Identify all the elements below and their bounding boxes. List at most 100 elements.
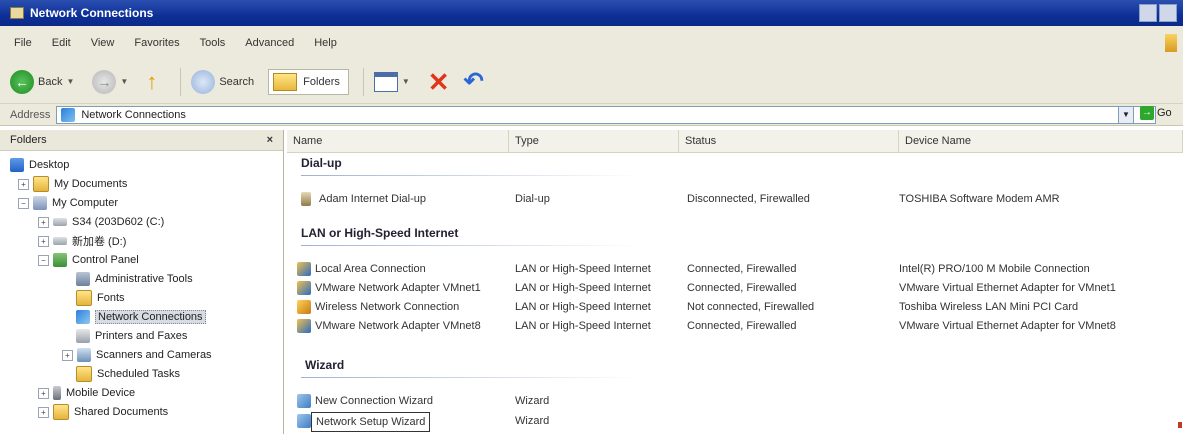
chevron-down-icon[interactable]: ▼ bbox=[402, 77, 410, 86]
network-icon bbox=[76, 310, 90, 324]
corner-mark bbox=[1178, 422, 1182, 428]
search-icon bbox=[191, 69, 216, 94]
expand-icon[interactable]: + bbox=[38, 406, 49, 418]
collapse-icon[interactable]: − bbox=[18, 197, 29, 209]
connection-device: VMware Virtual Ethernet Adapter for VMne… bbox=[899, 320, 1116, 332]
folders-pane-title: Folders bbox=[10, 134, 47, 146]
expand-icon[interactable]: + bbox=[38, 216, 49, 228]
address-bar: Address Network Connections ▼ → Go bbox=[0, 104, 1183, 126]
expand-icon[interactable]: + bbox=[38, 235, 49, 247]
back-button[interactable]: ← Back ▼ bbox=[10, 69, 78, 94]
column-header-type[interactable]: Type bbox=[509, 130, 679, 152]
menu-edit[interactable]: Edit bbox=[52, 37, 71, 49]
connection-row[interactable]: Local Area Connection LAN or High-Speed … bbox=[287, 260, 1183, 278]
up-button[interactable]: ↑ bbox=[146, 69, 166, 94]
toolbar: ← Back ▼ → ▼ ↑ Search Folders ▼ ✕ ↶ bbox=[0, 60, 1183, 104]
tree-item-control-panel[interactable]: − Control Panel bbox=[38, 252, 139, 268]
admin-tools-icon bbox=[76, 272, 90, 286]
connection-type: LAN or High-Speed Internet bbox=[515, 263, 651, 275]
column-header-device-name[interactable]: Device Name bbox=[899, 130, 1183, 152]
close-icon[interactable]: × bbox=[267, 134, 273, 146]
minimize-button[interactable] bbox=[1139, 4, 1157, 22]
wizard-row[interactable]: Network Setup Wizard Wizard bbox=[287, 412, 1183, 432]
tree-label: Shared Documents bbox=[74, 406, 169, 418]
chevron-down-icon[interactable]: ▼ bbox=[120, 77, 128, 86]
connection-row[interactable]: VMware Network Adapter VMnet8 LAN or Hig… bbox=[287, 317, 1183, 335]
go-button[interactable]: → Go bbox=[1140, 106, 1172, 120]
connection-device: TOSHIBA Software Modem AMR bbox=[899, 193, 1060, 205]
tree-item-administrative-tools[interactable]: Administrative Tools bbox=[76, 271, 193, 287]
connection-device: Intel(R) PRO/100 M Mobile Connection bbox=[899, 263, 1090, 275]
folders-button[interactable]: Folders bbox=[268, 68, 349, 95]
drive-icon bbox=[53, 237, 67, 245]
tree-item-fonts[interactable]: Fonts bbox=[76, 290, 125, 306]
connection-name: Adam Internet Dial-up bbox=[319, 193, 426, 205]
window-controls bbox=[1139, 4, 1177, 22]
dialup-connection-icon bbox=[301, 192, 311, 206]
column-headers: Name Type Status Device Name bbox=[287, 130, 1183, 153]
address-input[interactable]: Network Connections bbox=[56, 105, 1157, 124]
search-button[interactable]: Search bbox=[191, 69, 254, 94]
drive-icon bbox=[53, 218, 67, 226]
delete-button[interactable]: ✕ bbox=[428, 69, 450, 95]
menu-tools[interactable]: Tools bbox=[200, 37, 226, 49]
group-header-dialup: Dial-up bbox=[301, 156, 342, 170]
menu-file[interactable]: File bbox=[14, 37, 32, 49]
tree-item-scheduled-tasks[interactable]: Scheduled Tasks bbox=[76, 366, 180, 382]
tree-item-network-connections[interactable]: Network Connections bbox=[76, 309, 206, 325]
views-button[interactable]: ▼ bbox=[373, 71, 414, 92]
collapse-icon[interactable]: − bbox=[38, 254, 49, 266]
back-label: Back bbox=[38, 75, 63, 88]
tree-item-my-computer[interactable]: − My Computer bbox=[18, 195, 118, 211]
tree-item-drive-c[interactable]: + S34 (203D602 (C:) bbox=[38, 214, 164, 230]
folders-pane: Folders × Desktop + My Documents − My Co… bbox=[0, 130, 284, 434]
desktop-icon bbox=[10, 158, 24, 172]
chevron-down-icon[interactable]: ▼ bbox=[66, 77, 74, 86]
connection-row[interactable]: VMware Network Adapter VMnet1 LAN or Hig… bbox=[287, 279, 1183, 297]
connection-type: LAN or High-Speed Internet bbox=[515, 320, 651, 332]
title-bar: Network Connections bbox=[0, 0, 1183, 26]
expand-icon[interactable]: + bbox=[38, 387, 49, 399]
column-header-name[interactable]: Name bbox=[287, 130, 509, 152]
lan-connection-icon bbox=[297, 262, 311, 276]
connection-name: VMware Network Adapter VMnet1 bbox=[315, 282, 481, 294]
expand-icon[interactable]: + bbox=[18, 178, 29, 190]
toolbar-separator bbox=[362, 67, 364, 96]
address-dropdown-button[interactable]: ▼ bbox=[1118, 106, 1134, 124]
address-label: Address bbox=[10, 108, 51, 121]
tree-item-printers-and-faxes[interactable]: Printers and Faxes bbox=[76, 328, 187, 344]
tree-item-desktop[interactable]: Desktop bbox=[10, 157, 69, 173]
menu-advanced[interactable]: Advanced bbox=[245, 37, 294, 49]
tree-label: Network Connections bbox=[95, 310, 206, 324]
group-divider bbox=[301, 245, 641, 246]
undo-button[interactable]: ↶ bbox=[464, 69, 484, 94]
tree-item-mobile-device[interactable]: + Mobile Device bbox=[38, 385, 135, 401]
tree-label: Scanners and Cameras bbox=[96, 349, 212, 361]
connection-status: Not connected, Firewalled bbox=[687, 301, 815, 313]
tree-item-scanners-and-cameras[interactable]: + Scanners and Cameras bbox=[62, 347, 212, 363]
forward-button[interactable]: → ▼ bbox=[92, 69, 132, 94]
connection-status: Connected, Firewalled bbox=[687, 263, 797, 275]
menu-view[interactable]: View bbox=[91, 37, 115, 49]
wizard-type: Wizard bbox=[515, 395, 550, 407]
tree-label: Printers and Faxes bbox=[95, 330, 188, 342]
wizard-row[interactable]: New Connection Wizard Wizard bbox=[287, 392, 1183, 410]
column-header-status[interactable]: Status bbox=[679, 130, 899, 152]
tree-label: My Computer bbox=[52, 197, 119, 209]
views-icon bbox=[373, 71, 398, 92]
tree-item-shared-documents[interactable]: + Shared Documents bbox=[38, 404, 168, 420]
address-value: Network Connections bbox=[81, 108, 186, 121]
tree-label: Desktop bbox=[29, 159, 70, 171]
connection-row[interactable]: Adam Internet Dial-up Dial-up Disconnect… bbox=[287, 190, 1183, 208]
wizard-icon bbox=[297, 394, 311, 408]
maximize-button[interactable] bbox=[1159, 4, 1177, 22]
window-title: Network Connections bbox=[30, 6, 154, 20]
tree-item-drive-d[interactable]: + 新加卷 (D:) bbox=[38, 233, 126, 249]
wireless-connection-icon bbox=[297, 300, 311, 314]
tree-item-my-documents[interactable]: + My Documents bbox=[18, 176, 127, 192]
network-icon bbox=[61, 107, 76, 122]
connection-row[interactable]: Wireless Network Connection LAN or High-… bbox=[287, 298, 1183, 316]
menu-help[interactable]: Help bbox=[314, 37, 337, 49]
menu-favorites[interactable]: Favorites bbox=[134, 37, 179, 49]
expand-icon[interactable]: + bbox=[62, 349, 73, 361]
